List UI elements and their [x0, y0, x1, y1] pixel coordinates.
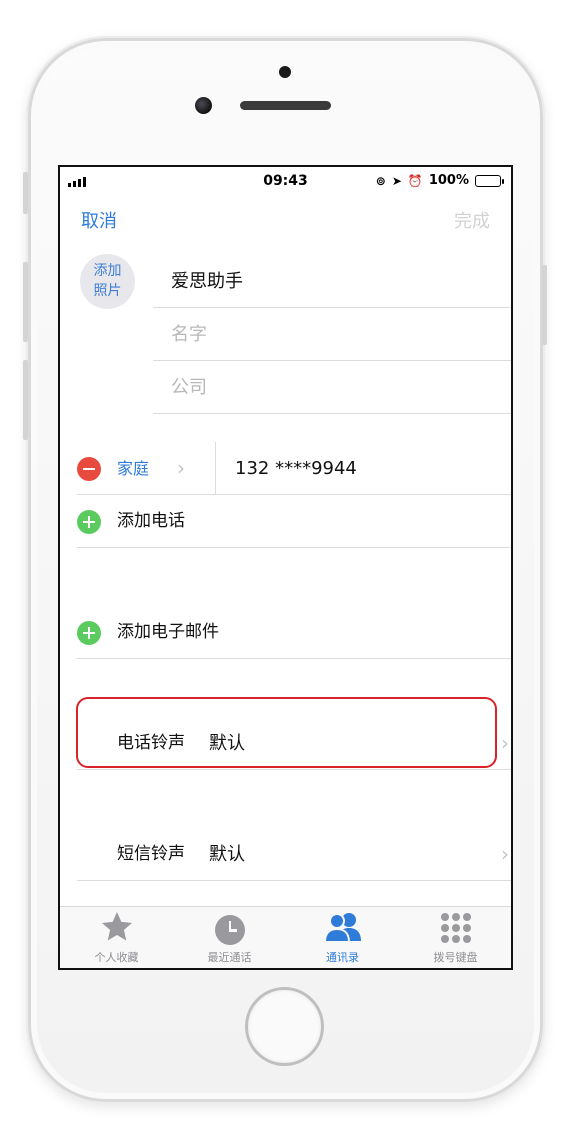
divider: [215, 442, 216, 494]
add-phone-label: 添加电话: [117, 511, 185, 531]
screen: 09:43 ⊚ ➤ ⏰ 100% 取消 完成 添加 照片 爱思助手 名字 公司 …: [58, 165, 513, 970]
add-email-label: 添加电子邮件: [117, 622, 219, 642]
proximity-sensor-icon: [279, 66, 291, 78]
chevron-right-icon: ›: [501, 731, 509, 755]
ringtone-highlight-box: [76, 697, 497, 768]
add-photo-button[interactable]: 添加 照片: [80, 254, 135, 309]
company-field[interactable]: 公司: [153, 361, 511, 414]
navigation-bar: 取消 完成: [60, 205, 511, 235]
front-camera-icon: [195, 97, 212, 114]
tab-contacts[interactable]: 通讯录: [286, 907, 399, 968]
location-icon: ➤: [391, 173, 402, 188]
add-email-row[interactable]: 添加电子邮件: [77, 606, 511, 659]
phone-label-selector[interactable]: 家庭: [117, 442, 149, 495]
tab-label: 拨号键盘: [433, 951, 478, 964]
cancel-button[interactable]: 取消: [81, 207, 117, 233]
text-tone-value: 默认: [209, 844, 245, 865]
mute-switch: [23, 172, 28, 214]
contacts-icon: [323, 911, 363, 947]
tab-keypad[interactable]: 拨号键盘: [399, 907, 511, 968]
power-button: [542, 265, 547, 345]
add-phone-icon: [77, 510, 101, 534]
tab-label: 个人收藏: [94, 951, 139, 964]
clock-icon: [214, 915, 245, 945]
tab-favorites[interactable]: 个人收藏: [60, 907, 173, 968]
earpiece-speaker: [240, 101, 331, 110]
status-bar: 09:43 ⊚ ➤ ⏰ 100%: [60, 167, 511, 195]
volume-up-button: [23, 262, 28, 342]
add-phone-row[interactable]: 添加电话: [77, 495, 511, 548]
last-name-field[interactable]: 爱思助手: [153, 255, 511, 308]
status-right: ⊚ ➤ ⏰ 100%: [375, 173, 504, 188]
tab-label: 最近通话: [207, 951, 252, 964]
tab-label: 通讯录: [326, 951, 359, 964]
tab-recents[interactable]: 最近通话: [173, 907, 286, 968]
add-email-icon: [77, 621, 101, 645]
phone-number-field[interactable]: 132 ****9944: [235, 442, 357, 495]
add-photo-label-line2: 照片: [93, 283, 122, 299]
text-tone-label: 短信铃声: [117, 844, 185, 864]
tab-bar: 个人收藏 最近通话 通讯录 拨号键盘: [60, 906, 511, 968]
add-photo-label-line1: 添加: [93, 263, 122, 279]
home-button[interactable]: [245, 987, 324, 1066]
volume-down-button: [23, 360, 28, 440]
rotation-lock-icon: ⊚: [375, 173, 386, 188]
first-name-field[interactable]: 名字: [153, 308, 511, 361]
battery-percent: 100%: [428, 173, 469, 188]
keypad-icon: [440, 913, 471, 943]
chevron-right-icon: ›: [177, 456, 185, 480]
done-button[interactable]: 完成: [454, 207, 490, 233]
text-tone-row[interactable]: 短信铃声 默认 ›: [77, 828, 511, 881]
delete-phone-button[interactable]: [77, 457, 101, 481]
star-icon: [99, 909, 135, 949]
phone-row: 家庭 › 132 ****9944: [77, 442, 511, 495]
chevron-right-icon: ›: [501, 842, 509, 866]
battery-icon: [475, 174, 504, 187]
alarm-icon: ⏰: [407, 173, 423, 188]
